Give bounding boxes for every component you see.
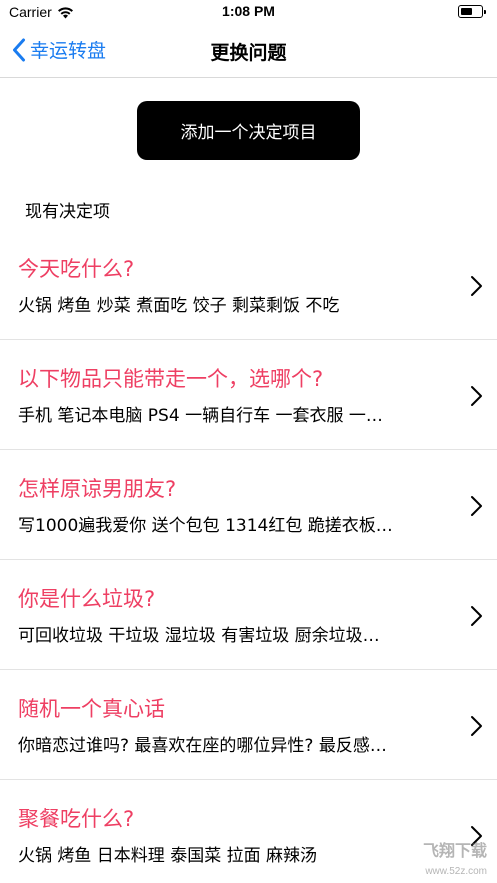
item-title: 聚餐吃什么? <box>18 807 135 831</box>
list-item[interactable]: 聚餐吃什么? 火锅 烤鱼 日本料理 泰国菜 拉面 麻辣汤 <box>0 780 497 883</box>
page-title: 更换问题 <box>210 42 287 64</box>
item-options: 手机 笔记本电脑 PS4 一辆自行车 一套衣服 一… <box>18 406 383 426</box>
status-time: 1:08 PM <box>222 3 275 19</box>
battery-icon <box>458 5 486 18</box>
list-item[interactable]: 随机一个真心话 你暗恋过谁吗? 最喜欢在座的哪位异性? 最反感… <box>0 670 497 780</box>
item-options: 写1000遍我爱你 送个包包 1314红包 跪搓衣板… <box>18 516 393 536</box>
add-decision-button[interactable]: 添加一个决定项目 <box>137 101 360 160</box>
chevron-right-icon <box>471 276 482 296</box>
watermark-url: www.52z.com <box>425 866 487 877</box>
list-item[interactable]: 今天吃什么? 火锅 烤鱼 炒菜 煮面吃 饺子 剩菜剩饭 不吃 <box>0 230 497 340</box>
item-title: 今天吃什么? <box>18 257 135 281</box>
watermark-logo: 飞翔下载 <box>422 841 487 860</box>
list-item[interactable]: 怎样原谅男朋友? 写1000遍我爱你 送个包包 1314红包 跪搓衣板… <box>0 450 497 560</box>
list-item[interactable]: 你是什么垃圾? 可回收垃圾 干垃圾 湿垃圾 有害垃圾 厨余垃圾… <box>0 560 497 670</box>
item-title: 随机一个真心话 <box>18 697 165 721</box>
item-options: 你暗恋过谁吗? 最喜欢在座的哪位异性? 最反感… <box>18 736 387 756</box>
section-header: 现有决定项 <box>25 202 110 222</box>
chevron-right-icon <box>471 386 482 406</box>
status-bar: Carrier 1:08 PM <box>0 0 497 26</box>
battery-level <box>460 7 472 15</box>
chevron-right-icon <box>471 496 482 516</box>
navigation-bar: 幸运转盘 更换问题 <box>0 26 497 78</box>
item-options: 火锅 烤鱼 日本料理 泰国菜 拉面 麻辣汤 <box>18 846 318 866</box>
item-title: 以下物品只能带走一个，选哪个? <box>18 367 324 391</box>
item-title: 怎样原谅男朋友? <box>18 477 177 501</box>
decision-list: 今天吃什么? 火锅 烤鱼 炒菜 煮面吃 饺子 剩菜剩饭 不吃 以下物品只能带走一… <box>0 230 497 883</box>
chevron-right-icon <box>471 716 482 736</box>
battery-tip <box>484 9 486 14</box>
item-options: 可回收垃圾 干垃圾 湿垃圾 有害垃圾 厨余垃圾… <box>18 626 380 646</box>
list-item[interactable]: 以下物品只能带走一个，选哪个? 手机 笔记本电脑 PS4 一辆自行车 一套衣服 … <box>0 340 497 450</box>
chevron-right-icon <box>471 606 482 626</box>
item-options: 火锅 烤鱼 炒菜 煮面吃 饺子 剩菜剩饭 不吃 <box>18 296 340 316</box>
item-title: 你是什么垃圾? <box>18 587 156 611</box>
